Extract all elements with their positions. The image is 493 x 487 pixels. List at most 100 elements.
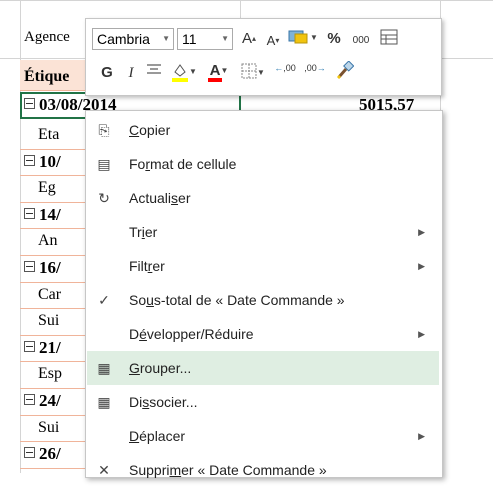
menu-item-label: Actualiser [129,181,190,215]
menu-label-part: D [129,326,140,342]
menu-item[interactable]: ▦ Grouper... [87,351,439,385]
menu-item-label: Format de cellule [129,147,236,181]
row-label-text: 16/ [39,258,61,277]
date-row-label[interactable]: 10/ [24,152,61,171]
date-row-label[interactable]: 16/ [24,259,61,277]
menu-label-part: Suppri [129,462,170,478]
sub-row-label[interactable]: Sui [38,312,59,330]
font-color-swatch [207,78,222,82]
font-color-button[interactable]: A ▼ [204,61,234,82]
menu-label-part: Actuali [129,190,172,206]
row-label-text: Sui [38,312,60,330]
sub-row-label[interactable]: Eg [38,179,56,197]
menu-item[interactable]: Trier ▶ [87,215,439,249]
decrease-decimal-button[interactable]: ,00→ [302,63,328,73]
menu-item-label: Filtrer [129,249,165,283]
date-row-label[interactable]: 26/ [24,445,61,463]
report-filter-label[interactable]: Agence [24,28,70,46]
increase-decimal-label: ,00 [283,63,296,73]
sub-row-label[interactable]: An [38,232,58,250]
menu-label-part: er [152,258,165,274]
table-format-button[interactable] [378,29,400,51]
sub-row-label[interactable]: Esp [38,365,62,383]
menu-label-part: So [129,292,147,308]
shrink-font-button[interactable]: A▾ [264,31,282,51]
grow-font-icon: A [241,30,252,47]
checkmark-icon: ✓ [98,292,110,308]
copy-icon: ⎘ [98,122,110,138]
menu-item-label: Copier [129,113,170,147]
menu-item[interactable]: ▦ Dissocier... [87,385,439,419]
collapse-icon[interactable] [24,394,35,405]
borders-button[interactable]: ▼ [238,63,268,85]
sub-row-label[interactable]: Eta [38,126,59,144]
menu-item[interactable]: Développer/Réduire ▶ [87,317,439,351]
group-icon: ▦ [97,360,111,376]
menu-item[interactable]: ↻ Actualiser [87,181,439,215]
date-row-label[interactable]: 14/ [24,204,61,224]
font-name-combo[interactable]: Cambria ▼ [92,28,174,50]
font-color-icon: A [207,61,222,82]
chevron-down-icon: ▼ [162,34,170,43]
menu-label-part: er « Date Commande » [181,462,327,478]
percent-style-button[interactable]: % [324,29,344,49]
row-label-text: 24/ [39,391,61,410]
menu-item-label: Supprimer « Date Commande » [129,453,327,487]
date-row-label[interactable]: 21/ [24,338,61,357]
comma-style-button[interactable]: 000 [348,31,374,51]
menu-item[interactable]: ✓ Sous-total de « Date Commande » [87,283,439,317]
collapse-icon[interactable] [24,261,35,272]
collapse-icon[interactable] [24,154,35,166]
sub-row-label[interactable]: Sui [38,419,59,437]
menu-item[interactable]: Filtrer ▶ [87,249,439,283]
format-painter-button[interactable] [334,60,356,85]
arrow-right-icon: → [316,63,326,73]
menu-item-label: Dissocier... [129,385,197,419]
context-menu: ⎘ Copier ▤ Format de cellule ↻ Actualiser Trie… [85,110,443,478]
menu-item[interactable]: ⎘ Copier [87,113,439,147]
row-label-text: 26/ [39,444,61,464]
menu-item-label: Trier [129,215,157,249]
font-size-combo[interactable]: 11 ▼ [177,28,233,50]
menu-label-part: C [129,122,140,138]
row-labels-header[interactable]: Étique [24,68,69,86]
collapse-icon[interactable] [24,447,35,459]
accounting-format-icon [288,30,308,44]
mini-toolbar: Cambria ▼ 11 ▼ A▴ A▾ ▼ % 000 G I ▼ A ▼ ▼… [85,18,442,96]
fill-color-icon [172,64,189,82]
fill-color-button[interactable]: ▼ [168,62,200,88]
submenu-arrow-icon: ▶ [418,431,425,441]
menu-item[interactable]: ▤ Format de cellule [87,147,439,181]
increase-decimal-button[interactable]: ←,00 [272,63,298,73]
date-row-label[interactable]: 24/ [24,392,61,410]
menu-label-part: Filt [129,258,148,274]
accounting-format-button[interactable]: ▼ [286,28,320,52]
table-format-icon [380,29,398,45]
italic-button[interactable]: I [122,63,140,83]
row-label-text: Sui [38,418,60,436]
menu-label-part: Di [129,394,143,410]
menu-label-part: socier... [149,394,198,410]
align-center-icon [147,64,161,74]
font-color-letter: A [209,62,221,79]
menu-label-part: é [139,326,147,342]
collapse-icon[interactable] [24,207,35,219]
arrow-left-icon: ← [274,63,284,73]
bold-button[interactable]: G [98,63,116,83]
delete-icon: ✕ [98,462,110,478]
menu-label-part: Tr [129,224,142,240]
submenu-arrow-icon: ▶ [418,329,425,339]
borders-icon [241,63,257,79]
menu-item-label: Déplacer [129,419,185,453]
row-label-text: 14/ [39,204,61,224]
sub-row-label[interactable]: Car [38,286,61,304]
menu-label-part: éplacer [139,428,186,444]
align-center-button[interactable] [144,63,164,83]
collapse-icon[interactable] [24,340,35,352]
refresh-icon: ↻ [98,190,110,206]
grow-font-button[interactable]: A▴ [239,29,259,49]
menu-item[interactable]: ✕ Supprimer « Date Commande » [87,453,439,487]
menu-item[interactable]: Déplacer ▶ [87,419,439,453]
ungroup-icon: ▦ [97,394,111,410]
menu-label-part: m [169,462,182,478]
